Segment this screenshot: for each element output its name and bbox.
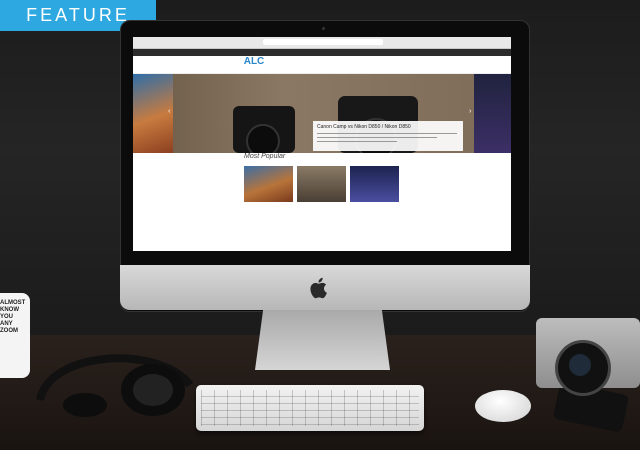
hero-slider[interactable]: ‹ › Canon Camp vs Nikon D850 / Nikon D85… <box>133 74 511 153</box>
logo-text: ALC <box>243 56 265 67</box>
mug-text-line: ANY ZOOM <box>0 321 18 334</box>
keyboard-keys <box>201 390 419 426</box>
article-title <box>297 202 346 206</box>
imac-stand <box>255 310 390 370</box>
article-card[interactable] <box>244 166 293 241</box>
hero-text-line <box>317 141 397 142</box>
hero-prev-slide[interactable] <box>133 74 173 153</box>
article-image <box>244 166 293 202</box>
camera-lens-glass <box>569 354 591 376</box>
camera-lens <box>246 124 280 153</box>
hero-next-slide[interactable] <box>474 74 511 153</box>
mug-text: ALMOST KNOW YOU ANY ZOOM <box>0 300 30 335</box>
magic-mouse <box>475 390 531 422</box>
hero-caption-card[interactable]: Canon Camp vs Nikon D850 / Nikon D850 <box>313 121 463 151</box>
mug-text-line: KNOW YOU <box>0 307 19 320</box>
article-card[interactable] <box>297 166 346 241</box>
section-title: Most Popular <box>244 153 286 160</box>
imac-screen: ALC ‹ › Canon Camp vs Nikon D850 / Nikon… <box>133 37 511 251</box>
mug-text-line: ALMOST <box>0 300 26 306</box>
article-title <box>350 202 399 206</box>
chevron-right-icon[interactable]: › <box>469 108 471 115</box>
hero-title: Canon Camp vs Nikon D850 / Nikon D850 <box>317 124 411 130</box>
article-title <box>244 202 293 206</box>
article-image <box>350 166 399 202</box>
chevron-left-icon[interactable]: ‹ <box>168 108 170 115</box>
apple-logo-icon <box>310 277 327 299</box>
address-bar[interactable] <box>263 39 383 45</box>
site-header: ALC <box>133 56 511 74</box>
hero-text-line <box>317 133 457 134</box>
webcam-dot <box>322 27 325 30</box>
keyboard <box>196 385 424 431</box>
site-logo[interactable]: ALC <box>241 57 267 71</box>
article-card[interactable] <box>350 166 399 241</box>
article-image <box>297 166 346 202</box>
browser-toolbar <box>133 37 511 49</box>
hero-text-line <box>317 137 437 138</box>
headphones <box>36 354 194 417</box>
article-cards <box>244 166 399 241</box>
promo-bar <box>133 49 511 56</box>
